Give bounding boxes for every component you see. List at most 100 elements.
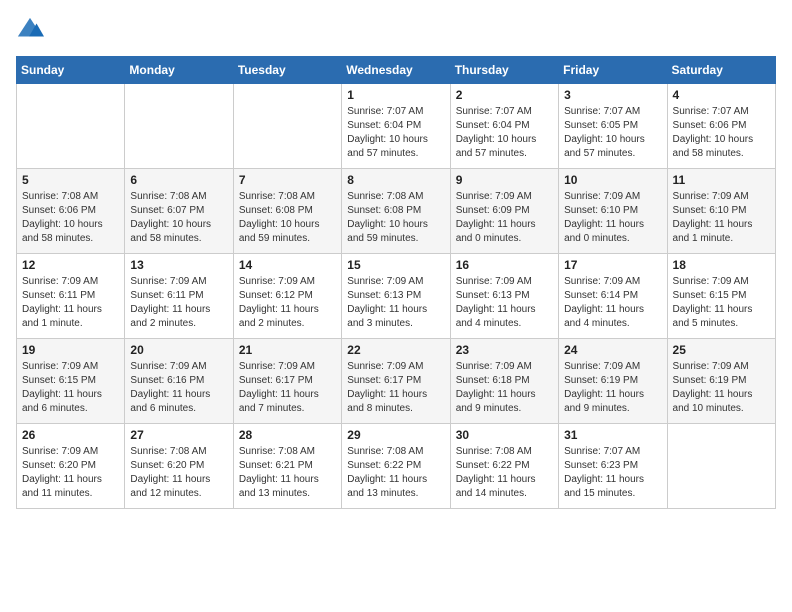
day-info: Sunrise: 7:09 AM Sunset: 6:19 PM Dayligh… xyxy=(564,360,661,416)
day-number: 2 xyxy=(456,88,553,102)
day-info: Sunrise: 7:08 AM Sunset: 6:22 PM Dayligh… xyxy=(347,445,444,501)
calendar-week-row: 26Sunrise: 7:09 AM Sunset: 6:20 PM Dayli… xyxy=(17,424,776,509)
calendar-cell: 24 Sunrise: 7:09 AM Sunset: 6:19 PM Dayli… xyxy=(559,339,667,424)
calendar-header-row: SundayMondayTuesdayWednesdayThursdayFrid… xyxy=(17,57,776,84)
day-number: 19 xyxy=(22,343,119,357)
calendar-cell: 19 Sunrise: 7:09 AM Sunset: 6:15 PM Dayli… xyxy=(17,339,125,424)
day-number: 5 xyxy=(22,173,119,187)
day-number: 9 xyxy=(456,173,553,187)
day-number: 13 xyxy=(130,258,227,272)
day-number: 20 xyxy=(130,343,227,357)
day-number: 29 xyxy=(347,428,444,442)
calendar-cell: 31 Sunrise: 7:07 AM Sunset: 6:23 PM Dayli… xyxy=(559,424,667,509)
calendar-cell: 10 Sunrise: 7:09 AM Sunset: 6:10 PM Dayli… xyxy=(559,169,667,254)
day-info: Sunrise: 7:08 AM Sunset: 6:22 PM Dayligh… xyxy=(456,445,553,501)
calendar-cell: 20Sunrise: 7:09 AM Sunset: 6:16 PM Dayli… xyxy=(125,339,233,424)
calendar-weekday-friday: Friday xyxy=(559,57,667,84)
logo-icon xyxy=(16,16,44,44)
calendar-cell: 5Sunrise: 7:08 AM Sunset: 6:06 PM Daylig… xyxy=(17,169,125,254)
calendar-weekday-wednesday: Wednesday xyxy=(342,57,450,84)
day-info: Sunrise: 7:09 AM Sunset: 6:10 PM Dayligh… xyxy=(673,190,770,246)
day-number: 15 xyxy=(347,258,444,272)
calendar-weekday-sunday: Sunday xyxy=(17,57,125,84)
day-number: 18 xyxy=(673,258,770,272)
calendar-cell: 8 Sunrise: 7:08 AM Sunset: 6:08 PM Daylig… xyxy=(342,169,450,254)
calendar-weekday-thursday: Thursday xyxy=(450,57,558,84)
calendar-cell: 25 Sunrise: 7:09 AM Sunset: 6:19 PM Dayli… xyxy=(667,339,775,424)
day-number: 6 xyxy=(130,173,227,187)
calendar-cell: 14Sunrise: 7:09 AM Sunset: 6:12 PM Dayli… xyxy=(233,254,341,339)
calendar-week-row: 19 Sunrise: 7:09 AM Sunset: 6:15 PM Dayli… xyxy=(17,339,776,424)
calendar-cell: 16Sunrise: 7:09 AM Sunset: 6:13 PM Dayli… xyxy=(450,254,558,339)
day-info: Sunrise: 7:09 AM Sunset: 6:18 PM Dayligh… xyxy=(456,360,553,416)
day-info: Sunrise: 7:09 AM Sunset: 6:11 PM Dayligh… xyxy=(130,275,227,331)
day-info: Sunrise: 7:08 AM Sunset: 6:08 PM Dayligh… xyxy=(347,190,444,246)
calendar-cell xyxy=(233,84,341,169)
calendar-week-row: 1 Sunrise: 7:07 AM Sunset: 6:04 PM Daylig… xyxy=(17,84,776,169)
day-number: 8 xyxy=(347,173,444,187)
day-number: 22 xyxy=(347,343,444,357)
calendar-cell: 15 Sunrise: 7:09 AM Sunset: 6:13 PM Dayli… xyxy=(342,254,450,339)
day-info: Sunrise: 7:09 AM Sunset: 6:14 PM Dayligh… xyxy=(564,275,661,331)
calendar-cell: 28 Sunrise: 7:08 AM Sunset: 6:21 PM Dayli… xyxy=(233,424,341,509)
day-number: 21 xyxy=(239,343,336,357)
calendar-table: SundayMondayTuesdayWednesdayThursdayFrid… xyxy=(16,56,776,509)
day-number: 11 xyxy=(673,173,770,187)
calendar-cell: 1 Sunrise: 7:07 AM Sunset: 6:04 PM Daylig… xyxy=(342,84,450,169)
day-info: Sunrise: 7:07 AM Sunset: 6:05 PM Dayligh… xyxy=(564,105,661,161)
day-info: Sunrise: 7:07 AM Sunset: 6:04 PM Dayligh… xyxy=(347,105,444,161)
calendar-week-row: 5Sunrise: 7:08 AM Sunset: 6:06 PM Daylig… xyxy=(17,169,776,254)
calendar-cell xyxy=(125,84,233,169)
day-number: 27 xyxy=(130,428,227,442)
page-header xyxy=(16,16,776,44)
calendar-cell: 9 Sunrise: 7:09 AM Sunset: 6:09 PM Daylig… xyxy=(450,169,558,254)
calendar-cell: 23Sunrise: 7:09 AM Sunset: 6:18 PM Dayli… xyxy=(450,339,558,424)
day-number: 25 xyxy=(673,343,770,357)
day-number: 17 xyxy=(564,258,661,272)
calendar-cell: 7 Sunrise: 7:08 AM Sunset: 6:08 PM Daylig… xyxy=(233,169,341,254)
day-info: Sunrise: 7:09 AM Sunset: 6:20 PM Dayligh… xyxy=(22,445,119,501)
day-info: Sunrise: 7:08 AM Sunset: 6:07 PM Dayligh… xyxy=(130,190,227,246)
day-number: 14 xyxy=(239,258,336,272)
calendar-cell: 6 Sunrise: 7:08 AM Sunset: 6:07 PM Daylig… xyxy=(125,169,233,254)
calendar-cell xyxy=(17,84,125,169)
day-number: 24 xyxy=(564,343,661,357)
day-info: Sunrise: 7:09 AM Sunset: 6:17 PM Dayligh… xyxy=(239,360,336,416)
calendar-cell: 13 Sunrise: 7:09 AM Sunset: 6:11 PM Dayli… xyxy=(125,254,233,339)
calendar-cell: 11 Sunrise: 7:09 AM Sunset: 6:10 PM Dayli… xyxy=(667,169,775,254)
day-info: Sunrise: 7:09 AM Sunset: 6:13 PM Dayligh… xyxy=(456,275,553,331)
calendar-cell: 3Sunrise: 7:07 AM Sunset: 6:05 PM Daylig… xyxy=(559,84,667,169)
calendar-cell: 22 Sunrise: 7:09 AM Sunset: 6:17 PM Dayli… xyxy=(342,339,450,424)
day-info: Sunrise: 7:07 AM Sunset: 6:23 PM Dayligh… xyxy=(564,445,661,501)
day-info: Sunrise: 7:09 AM Sunset: 6:15 PM Dayligh… xyxy=(22,360,119,416)
calendar-cell: 17 Sunrise: 7:09 AM Sunset: 6:14 PM Dayli… xyxy=(559,254,667,339)
calendar-cell: 26Sunrise: 7:09 AM Sunset: 6:20 PM Dayli… xyxy=(17,424,125,509)
day-info: Sunrise: 7:09 AM Sunset: 6:11 PM Dayligh… xyxy=(22,275,119,331)
calendar-weekday-monday: Monday xyxy=(125,57,233,84)
day-info: Sunrise: 7:09 AM Sunset: 6:13 PM Dayligh… xyxy=(347,275,444,331)
day-info: Sunrise: 7:09 AM Sunset: 6:17 PM Dayligh… xyxy=(347,360,444,416)
day-info: Sunrise: 7:09 AM Sunset: 6:09 PM Dayligh… xyxy=(456,190,553,246)
day-number: 31 xyxy=(564,428,661,442)
calendar-cell xyxy=(667,424,775,509)
day-number: 7 xyxy=(239,173,336,187)
calendar-week-row: 12 Sunrise: 7:09 AM Sunset: 6:11 PM Dayli… xyxy=(17,254,776,339)
calendar-cell: 2Sunrise: 7:07 AM Sunset: 6:04 PM Daylig… xyxy=(450,84,558,169)
calendar-cell: 30Sunrise: 7:08 AM Sunset: 6:22 PM Dayli… xyxy=(450,424,558,509)
day-info: Sunrise: 7:09 AM Sunset: 6:10 PM Dayligh… xyxy=(564,190,661,246)
calendar-cell: 4 Sunrise: 7:07 AM Sunset: 6:06 PM Daylig… xyxy=(667,84,775,169)
calendar-cell: 21 Sunrise: 7:09 AM Sunset: 6:17 PM Dayli… xyxy=(233,339,341,424)
day-info: Sunrise: 7:07 AM Sunset: 6:06 PM Dayligh… xyxy=(673,105,770,161)
day-info: Sunrise: 7:09 AM Sunset: 6:19 PM Dayligh… xyxy=(673,360,770,416)
day-number: 4 xyxy=(673,88,770,102)
day-number: 10 xyxy=(564,173,661,187)
calendar-cell: 27 Sunrise: 7:08 AM Sunset: 6:20 PM Dayli… xyxy=(125,424,233,509)
day-number: 28 xyxy=(239,428,336,442)
day-info: Sunrise: 7:08 AM Sunset: 6:21 PM Dayligh… xyxy=(239,445,336,501)
calendar-cell: 12 Sunrise: 7:09 AM Sunset: 6:11 PM Dayli… xyxy=(17,254,125,339)
day-number: 12 xyxy=(22,258,119,272)
day-info: Sunrise: 7:08 AM Sunset: 6:20 PM Dayligh… xyxy=(130,445,227,501)
day-info: Sunrise: 7:08 AM Sunset: 6:08 PM Dayligh… xyxy=(239,190,336,246)
logo xyxy=(16,16,48,44)
day-number: 1 xyxy=(347,88,444,102)
